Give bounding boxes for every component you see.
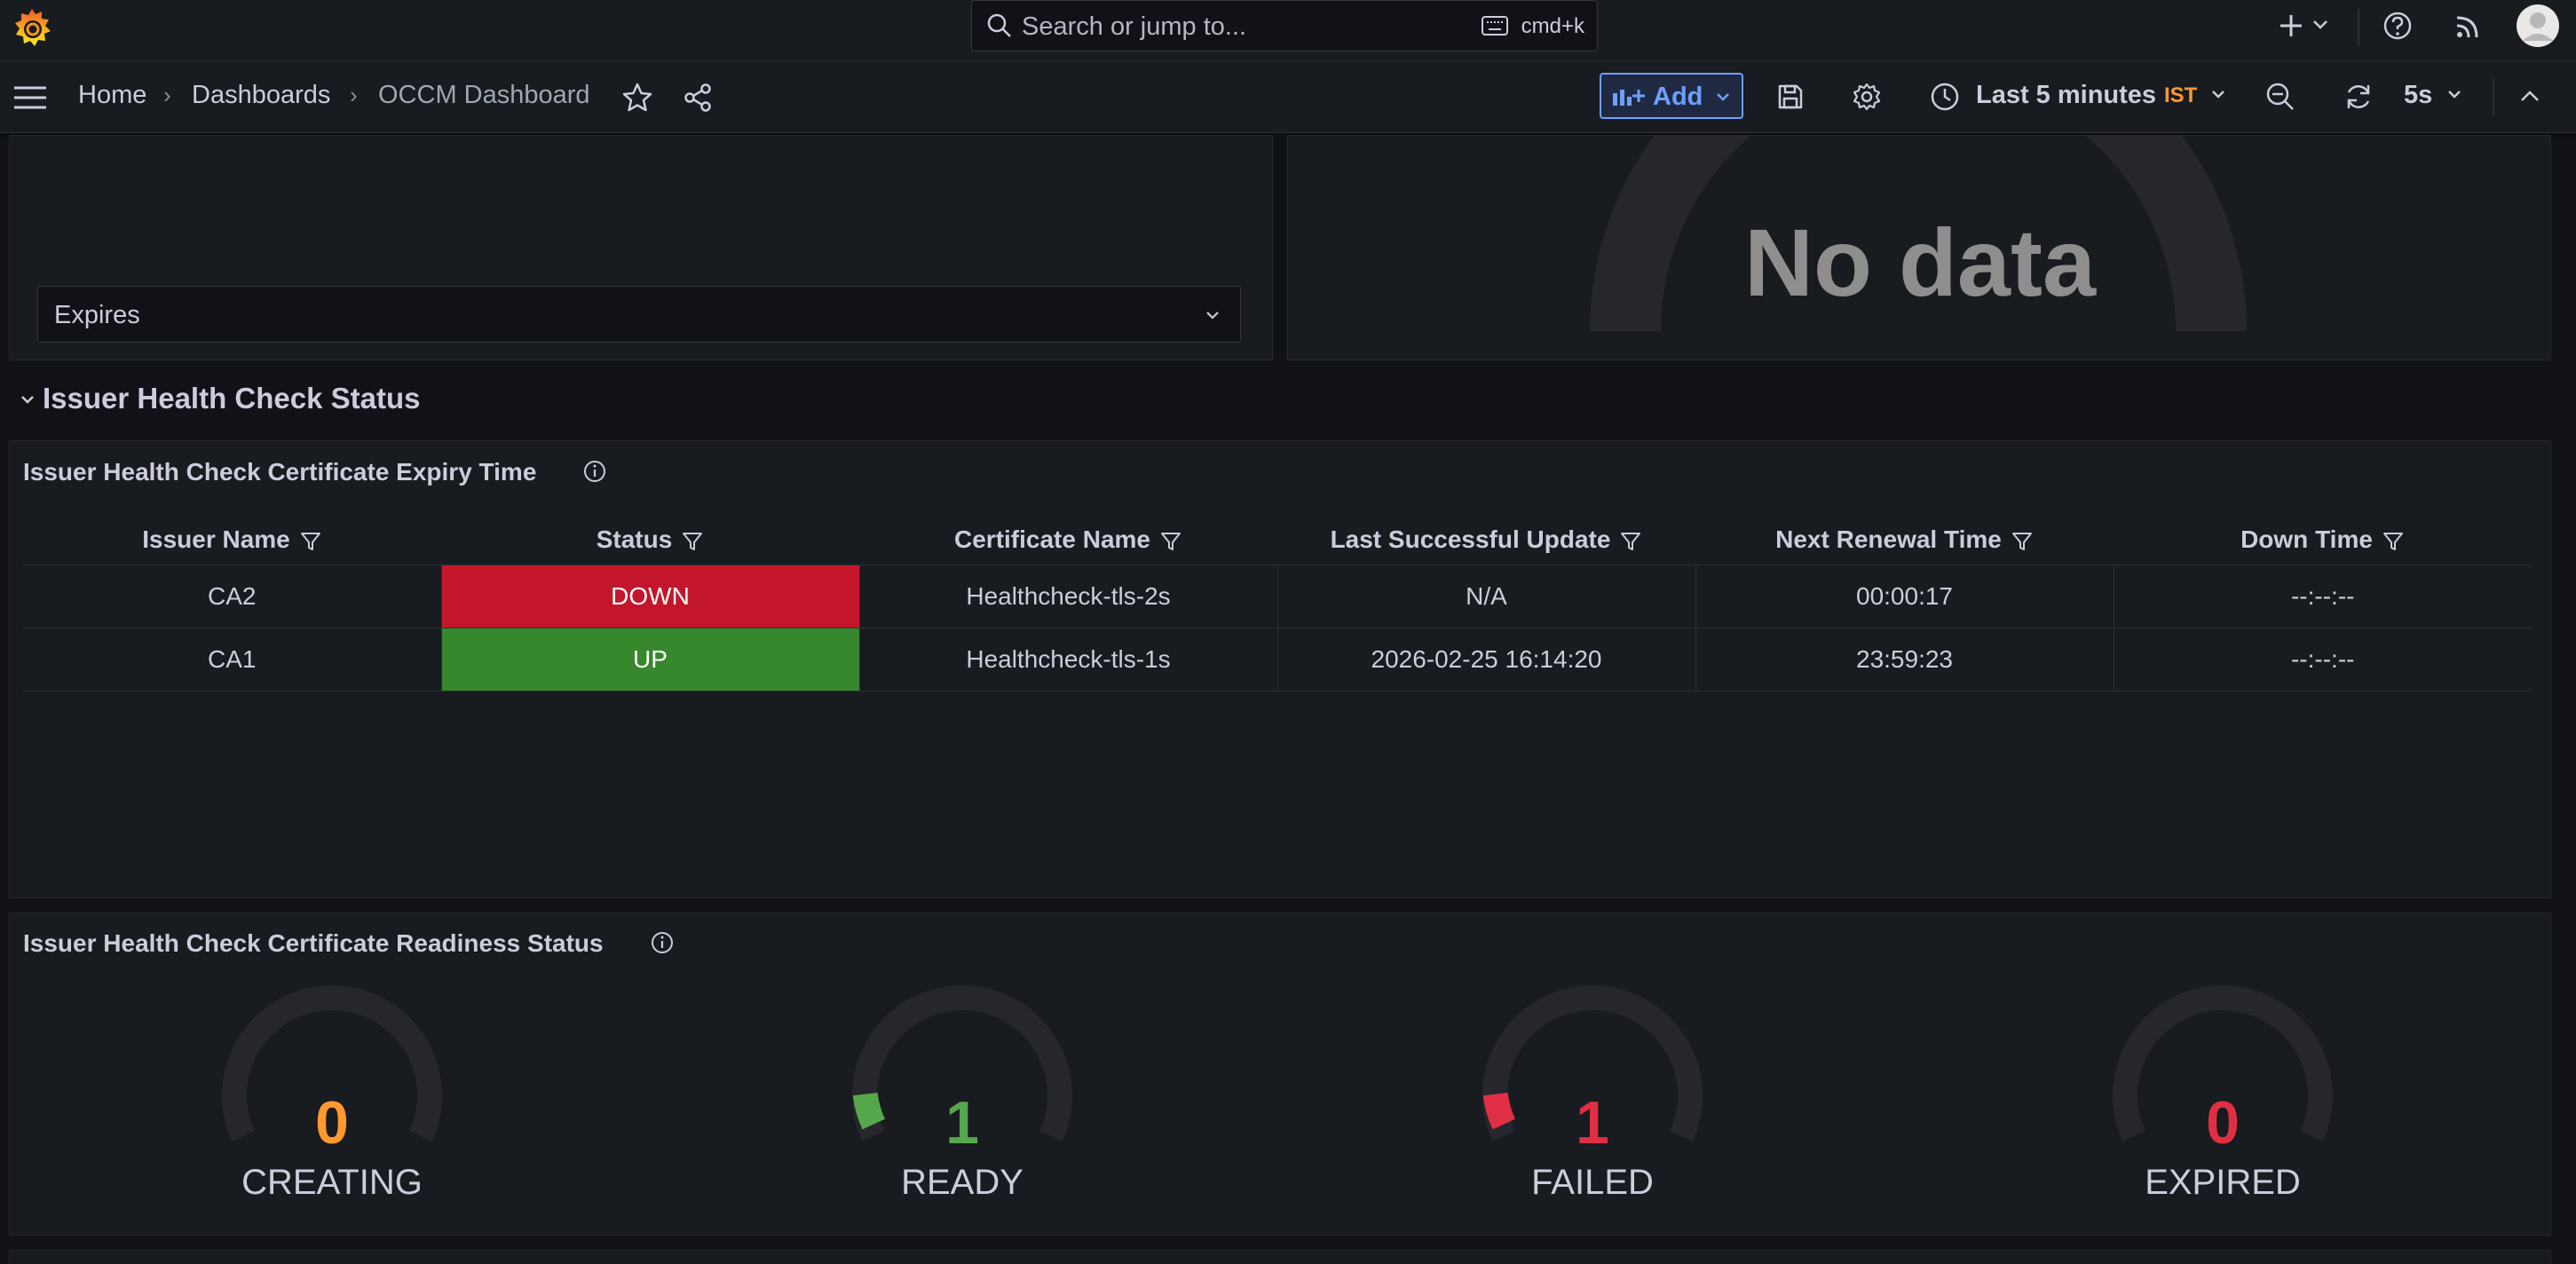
share-icon[interactable] xyxy=(682,82,714,114)
column-header-last-successful-update[interactable]: Last Successful Update xyxy=(1277,515,1695,565)
breadcrumb-home[interactable]: Home xyxy=(78,81,146,110)
search-icon xyxy=(987,13,1011,37)
filter-icon[interactable] xyxy=(299,530,322,553)
row-title[interactable]: Issuer Health Check Status xyxy=(43,382,421,415)
table-header-row: Issuer Name Status Certificate Name Last… xyxy=(23,515,2532,565)
add-panel-icon xyxy=(1613,90,1645,106)
plus-icon[interactable] xyxy=(2278,12,2304,39)
chevron-down-icon xyxy=(1717,93,1729,101)
column-header-status[interactable]: Status xyxy=(441,515,859,565)
readiness-panel-title: Issuer Health Check Certificate Readines… xyxy=(23,929,604,957)
column-header-next-renewal-time[interactable]: Next Renewal Time xyxy=(1695,515,2114,565)
save-icon[interactable] xyxy=(1775,82,1806,112)
timezone-label: IST xyxy=(2164,83,2198,107)
cell-down-time: --:--:-- xyxy=(2113,565,2532,628)
gauge-expired: 0 EXPIRED xyxy=(2051,985,2395,1216)
cell-next-renewal-time: 23:59:23 xyxy=(1695,628,2114,691)
cell-certificate-name: Healthcheck-tls-2s xyxy=(858,565,1277,628)
chevron-down-icon[interactable] xyxy=(2446,89,2462,101)
cell-next-renewal-time: 00:00:17 xyxy=(1695,565,2114,628)
info-icon[interactable] xyxy=(650,930,675,955)
gauge-label: FAILED xyxy=(1531,1163,1654,1202)
search-input[interactable]: Search or jump to... cmd+k xyxy=(971,0,1598,51)
cell-status-up: UP xyxy=(440,628,859,691)
chevron-down-icon xyxy=(1206,312,1219,320)
expires-select[interactable]: Expires xyxy=(37,286,1241,343)
help-icon[interactable] xyxy=(2382,11,2413,41)
gauge-label: READY xyxy=(901,1163,1023,1202)
clock-icon[interactable] xyxy=(1930,82,1960,112)
top-right-panel: No data xyxy=(1287,135,2551,360)
user-avatar[interactable] xyxy=(2516,4,2560,48)
cell-status-down: DOWN xyxy=(440,565,859,628)
chevron-down-icon[interactable] xyxy=(2311,18,2329,32)
column-header-issuer-name[interactable]: Issuer Name xyxy=(23,515,441,565)
chevron-down-icon[interactable] xyxy=(2210,89,2226,101)
breadcrumb-separator: › xyxy=(350,82,358,108)
breadcrumb-separator: › xyxy=(163,82,171,108)
gauge-label: EXPIRED xyxy=(2145,1163,2301,1202)
info-icon[interactable] xyxy=(582,459,607,484)
column-header-down-time[interactable]: Down Time xyxy=(2114,515,2532,565)
row-collapse-chevron-icon[interactable] xyxy=(20,394,36,407)
filter-icon[interactable] xyxy=(1619,530,1642,553)
expires-select-value: Expires xyxy=(54,301,140,329)
add-button[interactable]: Add xyxy=(1600,73,1743,119)
cell-down-time: --:--:-- xyxy=(2113,628,2532,691)
refresh-interval-picker[interactable]: 5s xyxy=(2404,81,2432,110)
divider xyxy=(2493,78,2494,115)
next-panel-edge xyxy=(9,1250,2551,1264)
divider xyxy=(2358,9,2359,46)
zoom-out-icon[interactable] xyxy=(2265,82,2295,112)
column-header-certificate-name[interactable]: Certificate Name xyxy=(859,515,1277,565)
add-button-label: Add xyxy=(1653,83,1703,111)
no-data-text: No data xyxy=(1743,209,2097,316)
filter-icon[interactable] xyxy=(681,530,704,553)
filter-icon[interactable] xyxy=(1159,530,1182,553)
gauge-failed: 1 FAILED xyxy=(1420,985,1765,1216)
gauge-value: 1 xyxy=(945,1089,979,1157)
rss-icon[interactable] xyxy=(2454,11,2484,41)
expiry-table: Issuer Name Status Certificate Name Last… xyxy=(23,515,2532,691)
expiry-panel-title: Issuer Health Check Certificate Expiry T… xyxy=(23,458,537,486)
grafana-logo-icon[interactable] xyxy=(9,5,55,51)
refresh-icon[interactable] xyxy=(2343,82,2374,112)
chevron-up-icon[interactable] xyxy=(2519,89,2540,103)
table-row: CA2 DOWN Healthcheck-tls-2s N/A 00:00:17… xyxy=(23,565,2532,628)
cell-certificate-name: Healthcheck-tls-1s xyxy=(858,628,1277,691)
top-bar: Search or jump to... cmd+k xyxy=(0,0,2576,61)
settings-gear-icon[interactable] xyxy=(1852,82,1882,112)
search-placeholder: Search or jump to... xyxy=(1022,12,1247,41)
breadcrumb-dashboards[interactable]: Dashboards xyxy=(192,81,330,110)
gauge-creating: 0 CREATING xyxy=(160,985,504,1216)
filter-icon[interactable] xyxy=(2011,530,2034,553)
cell-issuer-name: CA2 xyxy=(23,565,441,628)
time-range-picker[interactable]: Last 5 minutes xyxy=(1976,81,2156,110)
filter-icon[interactable] xyxy=(2382,530,2405,553)
star-icon[interactable] xyxy=(621,82,653,114)
cell-issuer-name: CA1 xyxy=(23,628,441,691)
search-shortcut: cmd+k xyxy=(1521,14,1584,38)
cell-last-successful-update: N/A xyxy=(1276,565,1695,628)
keyboard-icon xyxy=(1482,16,1508,36)
gauge-value: 0 xyxy=(315,1089,349,1157)
gauge-label: CREATING xyxy=(241,1163,423,1202)
breadcrumb-current-dashboard: OCCM Dashboard xyxy=(378,81,590,109)
gauge-value: 1 xyxy=(1576,1089,1609,1157)
gauge-value: 0 xyxy=(2206,1089,2240,1157)
table-row: CA1 UP Healthcheck-tls-1s 2026-02-25 16:… xyxy=(23,628,2532,691)
hamburger-menu-icon[interactable] xyxy=(12,84,48,111)
gauge-ready: 1 READY xyxy=(790,985,1134,1216)
cell-last-successful-update: 2026-02-25 16:14:20 xyxy=(1276,628,1695,691)
